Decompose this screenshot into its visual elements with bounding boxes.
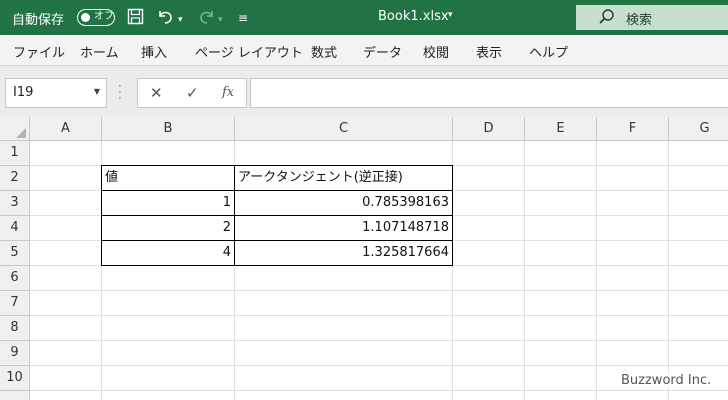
cancel-icon[interactable]: ✕ [150, 84, 163, 102]
tab-view[interactable]: 表示 [476, 42, 502, 61]
confirm-icon[interactable]: ✓ [186, 84, 199, 102]
row-header-8[interactable]: 8 [0, 316, 30, 341]
row-header-3[interactable]: 3 [0, 191, 30, 216]
formula-input[interactable] [250, 78, 728, 108]
redo-icon [196, 8, 216, 29]
name-box[interactable]: I19 ▼ [5, 78, 107, 108]
row-header-2[interactable]: 2 [0, 166, 30, 191]
row-header-7[interactable]: 7 [0, 291, 30, 316]
gridline [30, 315, 728, 316]
document-title[interactable]: Book1.xlsx [378, 9, 449, 24]
gridline [30, 290, 728, 291]
autosave-label: 自動保存 [12, 13, 65, 28]
cell-b4[interactable]: 2 [102, 216, 234, 241]
gridline [668, 141, 669, 400]
undo-dropdown-icon[interactable]: ▾ [178, 11, 183, 29]
ribbon-tabs: ファイル ホーム 挿入 ページ レイアウト 数式 データ 校閲 表示 ヘルプ [0, 35, 728, 65]
row-header-5[interactable]: 5 [0, 241, 30, 266]
tab-data[interactable]: データ [363, 42, 402, 61]
cell-c5[interactable]: 1.325817664 [235, 241, 452, 266]
formula-bar-area: I19 ▼ · · · ✕ ✓ fx [0, 65, 728, 117]
gridline [30, 340, 728, 341]
title-dropdown-icon[interactable]: ▾ [448, 10, 453, 20]
row-header-10[interactable]: 10 [0, 366, 30, 391]
search-icon [599, 9, 614, 24]
tab-review[interactable]: 校閲 [423, 42, 449, 61]
tab-insert[interactable]: 挿入 [141, 42, 167, 61]
search-label: 検索 [626, 13, 653, 28]
undo-icon[interactable] [156, 8, 176, 29]
row-header-1[interactable]: 1 [0, 141, 30, 166]
column-header-c[interactable]: C [235, 117, 453, 141]
column-header-row: A B C D E F G [0, 117, 728, 141]
gridline [30, 390, 728, 391]
search-box[interactable]: 検索 [576, 5, 728, 30]
column-header-e[interactable]: E [525, 117, 597, 141]
name-box-dropdown-icon[interactable]: ▼ [94, 87, 100, 96]
name-box-value: I19 [13, 85, 34, 100]
cell-b2[interactable]: 値 [102, 166, 234, 191]
cell-b3[interactable]: 1 [102, 191, 234, 216]
tab-help[interactable]: ヘルプ [529, 42, 568, 61]
tab-page-layout[interactable]: ページ レイアウト [195, 42, 303, 61]
insert-function-icon[interactable]: fx [222, 85, 234, 100]
tab-formulas[interactable]: 数式 [311, 42, 337, 61]
select-all-icon [16, 128, 26, 138]
gridline [30, 365, 728, 366]
tab-file[interactable]: ファイル [13, 42, 65, 61]
tab-home[interactable]: ホーム [80, 42, 119, 61]
autosave-toggle[interactable]: オフ [77, 9, 115, 26]
cell-c2[interactable]: アークタンジェント(逆正接) [235, 166, 452, 191]
row-header-6[interactable]: 6 [0, 266, 30, 291]
column-header-g[interactable]: G [669, 117, 728, 141]
column-header-f[interactable]: F [597, 117, 669, 141]
save-icon[interactable] [127, 8, 144, 29]
cell-c4[interactable]: 1.107148718 [235, 216, 452, 241]
redo-dropdown-icon: ▾ [218, 15, 223, 25]
cell-c3[interactable]: 0.785398163 [235, 191, 452, 216]
row-header-4[interactable]: 4 [0, 216, 30, 241]
gridline [596, 141, 597, 400]
select-all-corner[interactable] [0, 117, 30, 141]
gridline [524, 141, 525, 400]
customize-toolbar-icon[interactable]: ≡ [238, 9, 248, 27]
formula-bar-grip-icon[interactable]: · · · [118, 80, 122, 104]
column-header-a[interactable]: A [30, 117, 102, 141]
worksheet-grid[interactable]: A B C D E F G 1 2 3 4 5 6 7 8 9 10 値 アーク… [0, 117, 728, 400]
watermark: Buzzword Inc. [618, 373, 715, 388]
autosave-state: オフ [94, 11, 114, 22]
row-header-11[interactable] [0, 391, 30, 400]
column-header-b[interactable]: B [102, 117, 235, 141]
formula-bar-buttons: ✕ ✓ fx [137, 78, 247, 108]
row-header-9[interactable]: 9 [0, 341, 30, 366]
toggle-knob [81, 12, 90, 22]
column-header-d[interactable]: D [453, 117, 525, 141]
title-bar: 自動保存 オフ ▾ ▾ ≡ Book1.xlsx ▾ 検索 [0, 0, 728, 35]
cell-b5[interactable]: 4 [102, 241, 234, 266]
